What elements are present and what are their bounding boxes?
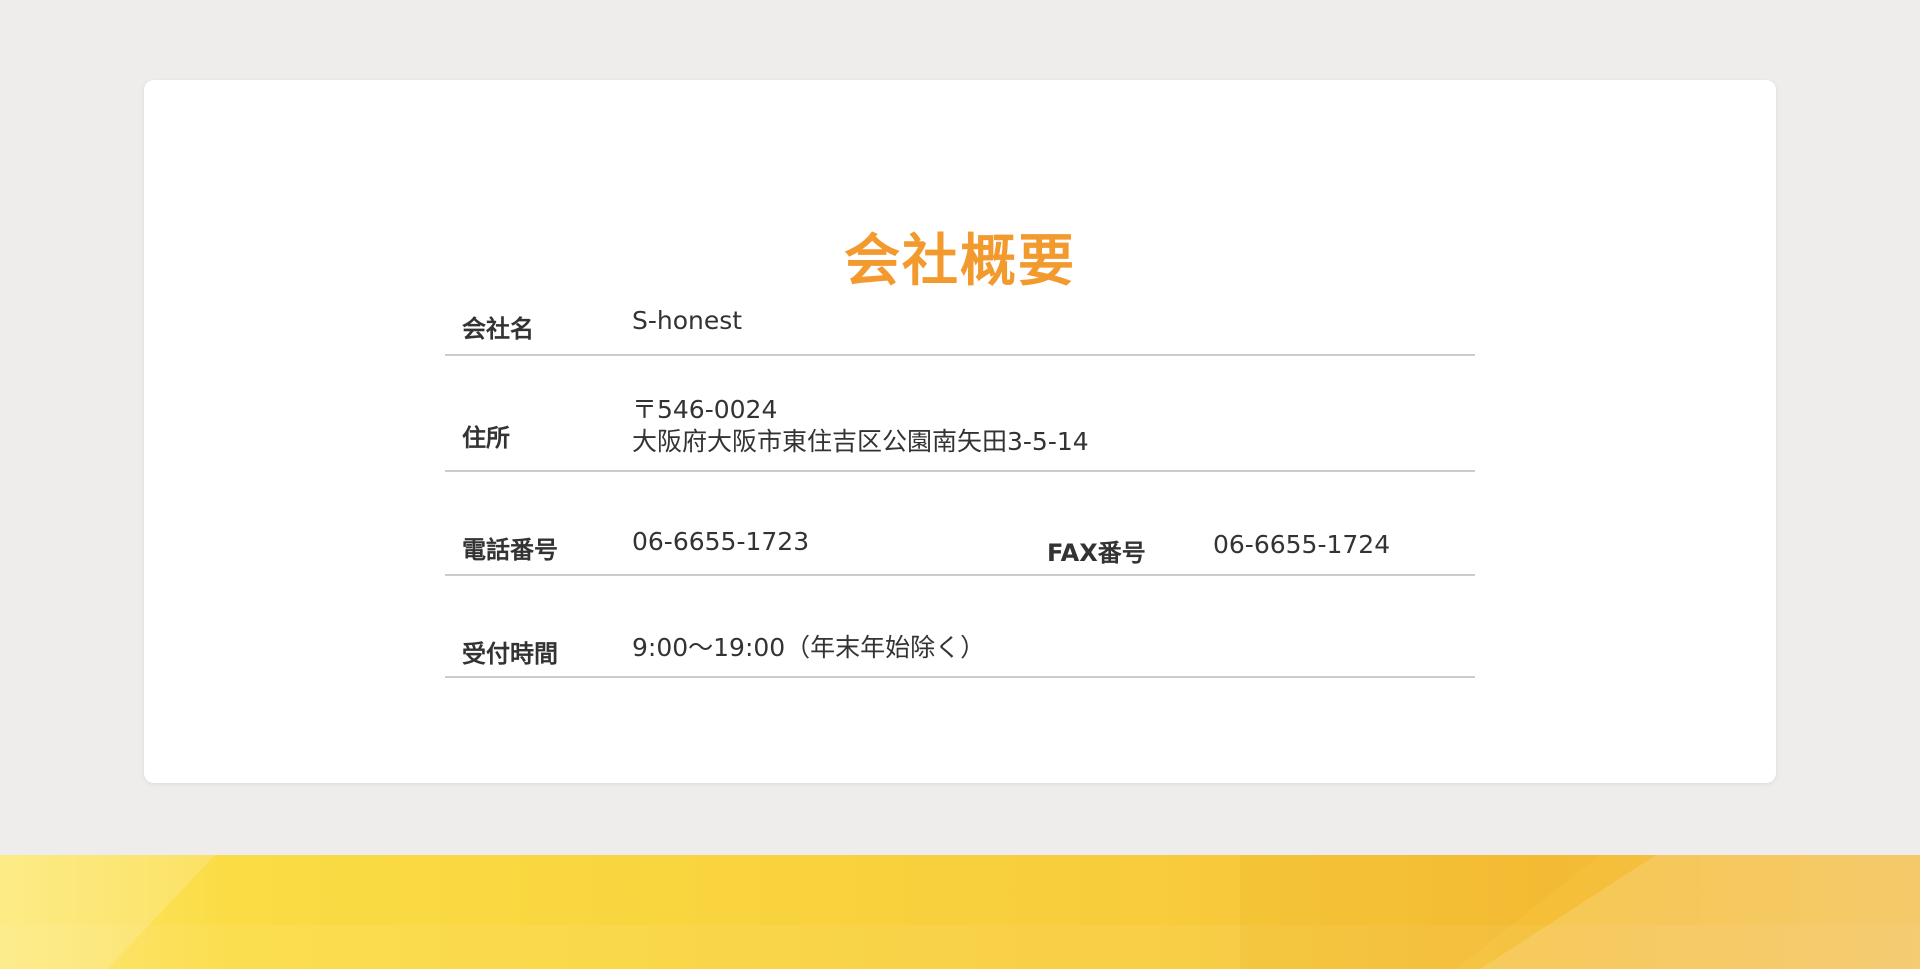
company-name-value: S-honest (632, 306, 743, 335)
address-value: 〒546-0024 大阪府大阪市東住吉区公園南矢田3-5-14 (632, 394, 1089, 458)
table-row-company-name: 会社名 S-honest (445, 292, 1475, 356)
postal-code: 〒546-0024 (632, 395, 778, 424)
fax-label: FAX番号 (1047, 539, 1146, 567)
address-label: 住所 (462, 424, 510, 452)
table-row-address: 住所 〒546-0024 大阪府大阪市東住吉区公園南矢田3-5-14 (445, 356, 1475, 472)
table-row-hours: 受付時間 9:00〜19:00（年末年始除く） (445, 576, 1475, 678)
address-line: 大阪府大阪市東住吉区公園南矢田3-5-14 (632, 427, 1089, 456)
fax-value: 06-6655-1724 (1213, 530, 1391, 559)
footer-decorative-band (0, 855, 1920, 969)
hours-label: 受付時間 (462, 640, 558, 668)
hours-value: 9:00〜19:00（年末年始除く） (632, 633, 986, 662)
page: 会社概要 会社名 S-honest 住所 〒546-0024 大阪府大阪市東住吉… (0, 0, 1920, 969)
tel-value[interactable]: 06-6655-1723 (632, 526, 809, 558)
company-info-table: 会社名 S-honest 住所 〒546-0024 大阪府大阪市東住吉区公園南矢… (445, 292, 1475, 678)
table-row-phone: 電話番号 06-6655-1723 FAX番号 06-6655-1724 (445, 472, 1475, 576)
section-title: 会社概要 (844, 229, 1076, 294)
tel-label: 電話番号 (462, 536, 558, 564)
company-name-label: 会社名 (462, 315, 534, 343)
